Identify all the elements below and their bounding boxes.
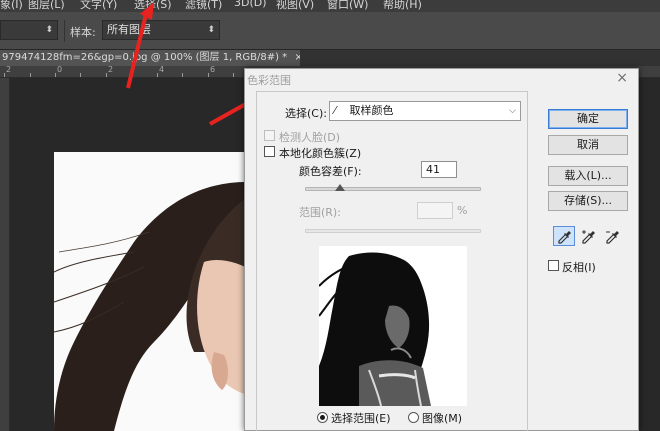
chevron-down-icon: ⌵ (509, 106, 516, 116)
select-label: 选择(C): (285, 107, 327, 120)
range-slider-track (305, 229, 481, 233)
portrait-image (54, 181, 254, 431)
ruler-label: 2 (108, 65, 114, 74)
menu-item-help[interactable]: 帮助(H) (383, 0, 422, 12)
vertical-ruler (0, 78, 10, 431)
range-input (417, 202, 453, 219)
ok-button[interactable]: 确定 (548, 109, 628, 129)
menu-item-view[interactable]: 视图(V) (276, 0, 314, 12)
fuzziness-input[interactable]: 41 (421, 161, 457, 178)
menu-item-filter[interactable]: 滤镜(T) (185, 0, 222, 12)
menu-item-layer[interactable]: 图层(L) (28, 0, 65, 12)
select-value: 取样颜色 (349, 104, 394, 117)
selection-preview (319, 246, 467, 406)
menu-bar: 象(I) 图层(L) 文字(Y) 选择(S) 滤镜(T) 3D(D) 视图(V)… (0, 0, 660, 12)
document-tab-bar: 979474128fm=26&gp=0.jpg @ 100% (图层 1, RG… (0, 50, 660, 66)
eyedropper-plus-icon (582, 230, 595, 244)
fuzziness-label: 颜色容差(F): (299, 165, 362, 178)
color-range-dialog: 色彩范围 × 选择(C): ⁄ 取样颜色 ⌵ 检测人脸(D) 本地化颜色簇(Z)… (244, 68, 639, 431)
load-button[interactable]: 载入(L)... (548, 166, 628, 186)
divider (64, 20, 65, 42)
close-icon[interactable]: × (616, 70, 628, 86)
fuzziness-slider-track[interactable] (305, 187, 481, 191)
ruler-label: 6 (210, 65, 216, 74)
menu-item-3d[interactable]: 3D(D) (234, 0, 267, 9)
fuzziness-slider-thumb[interactable] (335, 184, 346, 191)
tool-size-dropdown[interactable]: ⬍ (0, 20, 58, 40)
sample-label: 样本: (70, 26, 96, 39)
image-radio-label: 图像(M) (422, 412, 463, 425)
close-icon[interactable]: × (294, 52, 300, 63)
cancel-button[interactable]: 取消 (548, 135, 628, 155)
detect-faces-label: 检测人脸(D) (279, 131, 341, 144)
menu-item-type[interactable]: 文字(Y) (80, 0, 117, 12)
localized-clusters-label: 本地化颜色簇(Z) (279, 147, 362, 160)
ruler-label: 2 (6, 65, 12, 74)
select-dropdown[interactable]: ⁄ 取样颜色 ⌵ (329, 101, 521, 121)
menu-item-image[interactable]: 象(I) (0, 0, 23, 12)
localized-clusters-checkbox[interactable] (264, 146, 275, 157)
dialog-title: 色彩范围 (247, 74, 291, 87)
selection-radio[interactable] (317, 412, 328, 423)
document-image[interactable] (54, 152, 254, 431)
eyedropper-minus-icon (606, 231, 619, 244)
invert-checkbox[interactable] (548, 260, 559, 271)
options-bar: ⬍ 样本: 所有图层 ⬍ (0, 12, 660, 50)
mask-preview-image (319, 252, 431, 406)
image-radio[interactable] (408, 412, 419, 423)
annotation-arrow-icon (126, 2, 154, 89)
range-unit: % (457, 204, 468, 217)
eyedropper-plus-tool[interactable] (577, 226, 599, 246)
selection-radio-label: 选择范围(E) (331, 412, 391, 425)
chevron-down-icon: ⬍ (45, 25, 53, 35)
eyedropper-icon (558, 231, 571, 244)
menu-item-window[interactable]: 窗口(W) (327, 0, 368, 12)
eyedropper-icon: ⁄ (334, 104, 336, 117)
detect-faces-checkbox[interactable] (264, 130, 275, 141)
chevron-down-icon: ⬍ (207, 25, 215, 35)
save-button[interactable]: 存储(S)... (548, 191, 628, 211)
range-label: 范围(R): (299, 206, 341, 219)
eyedropper-tool[interactable] (553, 226, 575, 246)
invert-label: 反相(I) (562, 261, 596, 274)
eyedropper-minus-tool[interactable] (601, 226, 623, 246)
ruler-label: 0 (57, 65, 63, 74)
